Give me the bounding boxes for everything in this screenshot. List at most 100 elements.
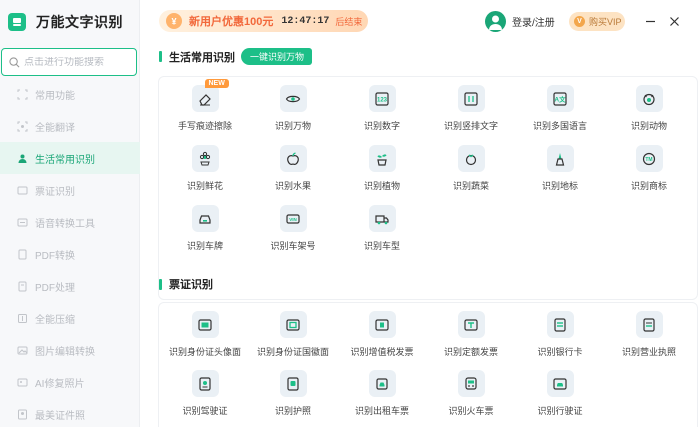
tool-vat-invoice[interactable]: 识别增值税发票 — [337, 311, 427, 358]
license-plate-icon — [191, 205, 219, 232]
svg-text:A文: A文 — [554, 94, 566, 103]
vip-label: 购买VIP — [589, 17, 622, 27]
tool-train-ticket[interactable]: 识别火车票 — [426, 370, 516, 417]
app-header: 万能文字识别 — [0, 0, 140, 44]
tool-recognize-trademarks[interactable]: TM 识别商标 — [604, 145, 694, 192]
tool-recognize-fruits[interactable]: 识别水果 — [248, 145, 338, 192]
tool-taxi-ticket[interactable]: 识别出租车票 — [337, 370, 427, 417]
section-tickets-title: 票证识别 — [159, 276, 213, 292]
tool-quota-invoice[interactable]: 识别定额发票 — [426, 311, 516, 358]
pdf-icon — [17, 249, 28, 260]
sidebar-item-id-photo[interactable]: 最美证件照 — [0, 398, 140, 427]
tool-recognize-anything[interactable]: 识别万物 — [248, 85, 338, 132]
tool-label: 识别植物 — [363, 181, 400, 191]
tool-recognize-car-model[interactable]: 识别车型 — [337, 205, 427, 252]
sidebar-item-tickets[interactable]: 票证识别 — [0, 174, 140, 206]
sidebar-item-pdf-process[interactable]: PDF处理 — [0, 270, 140, 302]
sidebar-item-label: 图片编辑转换 — [35, 346, 95, 358]
promo-banner[interactable]: ¥ 新用户优惠100元 12:47:17 后结束 — [159, 10, 368, 32]
sidebar: 万能文字识别 常用功能 全能翻译 生活常用识别 票证识别 语音转换工具 PDF转… — [0, 0, 140, 427]
tool-business-license[interactable]: 识别营业执照 — [604, 311, 694, 358]
ticket-recognition-card: 识别身份证头像面 识别身份证国徽面 识别增值税发票 识别定额发票 识别银行卡 识… — [158, 302, 698, 427]
sidebar-item-image-edit[interactable]: 图片编辑转换 — [0, 334, 140, 366]
gift-icon: ¥ — [161, 10, 187, 32]
id-card-back-icon — [279, 311, 307, 338]
tool-label: 识别蔬菜 — [452, 181, 489, 191]
animal-icon — [635, 85, 663, 112]
tool-label: 识别万物 — [274, 121, 311, 131]
tool-label: 识别身份证头像面 — [168, 347, 241, 357]
car-model-icon — [368, 205, 396, 232]
tool-label: 识别商标 — [630, 181, 667, 191]
taxi-ticket-icon — [368, 370, 396, 397]
tool-recognize-landmarks[interactable]: 识别地标 — [515, 145, 605, 192]
tool-driver-license[interactable]: 识别驾驶证 — [160, 370, 250, 417]
section-label: 生活常用识别 — [169, 51, 235, 64]
tool-vehicle-license[interactable]: 识别行驶证 — [515, 370, 605, 417]
close-button[interactable] — [665, 12, 683, 30]
voice-icon — [17, 217, 28, 228]
tool-recognize-plants[interactable]: 识别植物 — [337, 145, 427, 192]
vat-invoice-icon — [368, 311, 396, 338]
tool-label: 识别多国语言 — [532, 121, 587, 131]
sidebar-item-label: 语音转换工具 — [35, 218, 95, 230]
pdf-process-icon — [17, 281, 28, 292]
frame-icon — [17, 89, 28, 100]
tool-passport[interactable]: 识别护照 — [248, 370, 338, 417]
tool-recognize-vertical-text[interactable]: 识别竖排文字 — [426, 85, 516, 132]
sidebar-item-pdf-convert[interactable]: PDF转换 — [0, 238, 140, 270]
login-button[interactable]: 登录/注册 — [485, 11, 555, 32]
tool-recognize-languages[interactable]: A文 识别多国语言 — [515, 85, 605, 132]
tool-label: 识别银行卡 — [537, 347, 583, 357]
sidebar-item-label: 最美证件照 — [35, 410, 85, 422]
tool-recognize-numbers[interactable]: 123 识别数字 — [337, 85, 427, 132]
bank-card-icon — [546, 311, 574, 338]
search-box[interactable] — [1, 48, 137, 76]
tool-id-card-front[interactable]: 识别身份证头像面 — [160, 311, 250, 358]
minimize-button[interactable] — [641, 12, 659, 30]
sidebar-item-life-recognition[interactable]: 生活常用识别 — [0, 142, 140, 174]
person-scan-icon — [17, 153, 28, 164]
tool-recognize-flowers[interactable]: 识别鲜花 — [160, 145, 250, 192]
tool-handwriting-erase[interactable]: NEW 手写痕迹擦除 — [160, 79, 250, 132]
section-marker — [159, 51, 162, 62]
sidebar-item-label: 全能压缩 — [35, 314, 75, 326]
sidebar-item-voice[interactable]: 语音转换工具 — [0, 206, 140, 238]
tool-id-card-back[interactable]: 识别身份证国徽面 — [248, 311, 338, 358]
flower-icon — [191, 145, 219, 172]
svg-text:¥: ¥ — [171, 17, 176, 27]
tool-label: 识别出租车票 — [354, 406, 409, 416]
passport-icon — [279, 370, 307, 397]
svg-text:VIN: VIN — [289, 217, 297, 222]
id-card-front-icon — [191, 311, 219, 338]
sidebar-item-compress[interactable]: 全能压缩 — [0, 302, 140, 334]
sidebar-item-common[interactable]: 常用功能 — [0, 78, 140, 110]
login-label: 登录/注册 — [512, 18, 555, 29]
section-tag: 一键识别万物 — [241, 48, 313, 65]
sidebar-item-translate[interactable]: 全能翻译 — [0, 110, 140, 142]
sidebar-item-label: 常用功能 — [35, 90, 75, 102]
tool-label: 识别车型 — [363, 241, 400, 251]
ticket-icon — [17, 185, 28, 196]
tool-label: 识别车架号 — [270, 241, 316, 251]
svg-text:123: 123 — [377, 97, 388, 103]
plant-icon — [368, 145, 396, 172]
tool-label: 识别车牌 — [186, 241, 223, 251]
tool-recognize-vin[interactable]: VIN 识别车架号 — [248, 205, 338, 252]
sidebar-item-ai-repair[interactable]: AI修复照片 — [0, 366, 140, 398]
tool-label: 识别水果 — [274, 181, 311, 191]
avatar-icon — [485, 11, 506, 32]
search-input[interactable] — [24, 56, 124, 68]
driver-license-icon — [191, 370, 219, 397]
section-life-title: 生活常用识别 一键识别万物 — [159, 48, 313, 65]
buy-vip-button[interactable]: V 购买VIP — [569, 12, 625, 31]
tool-recognize-license-plate[interactable]: 识别车牌 — [160, 205, 250, 252]
compress-icon — [17, 313, 28, 324]
vegetable-icon — [457, 145, 485, 172]
tool-recognize-vegetables[interactable]: 识别蔬菜 — [426, 145, 516, 192]
tool-label: 识别护照 — [274, 406, 311, 416]
quota-invoice-icon — [457, 311, 485, 338]
tool-bank-card[interactable]: 识别银行卡 — [515, 311, 605, 358]
id-photo-icon — [17, 409, 28, 420]
tool-recognize-animals[interactable]: 识别动物 — [604, 85, 694, 132]
